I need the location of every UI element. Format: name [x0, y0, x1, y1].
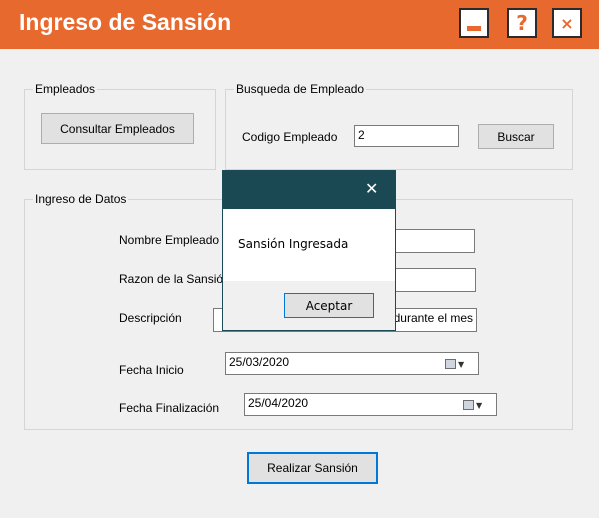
buscar-button[interactable]: Buscar — [478, 124, 554, 149]
dialog-close-icon[interactable]: ✕ — [365, 179, 378, 198]
nombre-empleado-label: Nombre Empleado — [119, 233, 220, 247]
fecha-inicio-picker[interactable]: 25/03/2020 — [225, 352, 479, 375]
help-button[interactable]: ? — [507, 8, 537, 38]
fecha-finalizacion-label: Fecha Finalización — [119, 401, 220, 415]
fecha-inicio-label: Fecha Inicio — [119, 363, 184, 377]
codigo-empleado-input[interactable]: 2 — [354, 125, 459, 147]
window-title: Ingreso de Sansión — [19, 9, 232, 35]
razon-sansion-input[interactable] — [392, 268, 476, 292]
ingreso-datos-legend: Ingreso de Datos — [33, 192, 129, 206]
close-button[interactable]: × — [552, 8, 582, 38]
razon-sansion-label: Razon de la Sansión — [119, 272, 230, 286]
help-icon: ? — [516, 11, 528, 35]
nombre-empleado-input[interactable] — [392, 229, 475, 253]
chevron-down-icon[interactable]: ▼ — [476, 401, 482, 410]
fecha-finalizacion-picker[interactable]: 25/04/2020 — [244, 393, 497, 416]
minimize-icon — [467, 26, 481, 31]
chevron-down-icon[interactable]: ▼ — [458, 360, 464, 369]
consultar-empleados-button[interactable]: Consultar Empleados — [41, 113, 194, 144]
minimize-button[interactable] — [459, 8, 489, 38]
dialog-message: Sansión Ingresada — [238, 237, 349, 251]
busqueda-legend: Busqueda de Empleado — [234, 82, 367, 96]
aceptar-button[interactable]: Aceptar — [284, 293, 374, 318]
calendar-icon[interactable] — [445, 359, 456, 369]
fecha-inicio-value: 25/03/2020 — [229, 355, 290, 369]
title-bar: Ingreso de Sansión ? × — [0, 0, 599, 49]
codigo-empleado-label: Codigo Empleado — [242, 130, 338, 144]
descripcion-label: Descripción — [119, 311, 182, 325]
dialog-title-bar: ✕ — [223, 171, 395, 209]
calendar-icon[interactable] — [463, 400, 474, 410]
fecha-finalizacion-value: 25/04/2020 — [248, 396, 309, 410]
close-icon: × — [560, 13, 574, 33]
realizar-sansion-button[interactable]: Realizar Sansión — [247, 452, 378, 484]
empleados-legend: Empleados — [33, 82, 98, 96]
message-dialog: ✕ Sansión Ingresada Aceptar — [222, 170, 396, 331]
dialog-footer: Aceptar — [223, 281, 395, 330]
